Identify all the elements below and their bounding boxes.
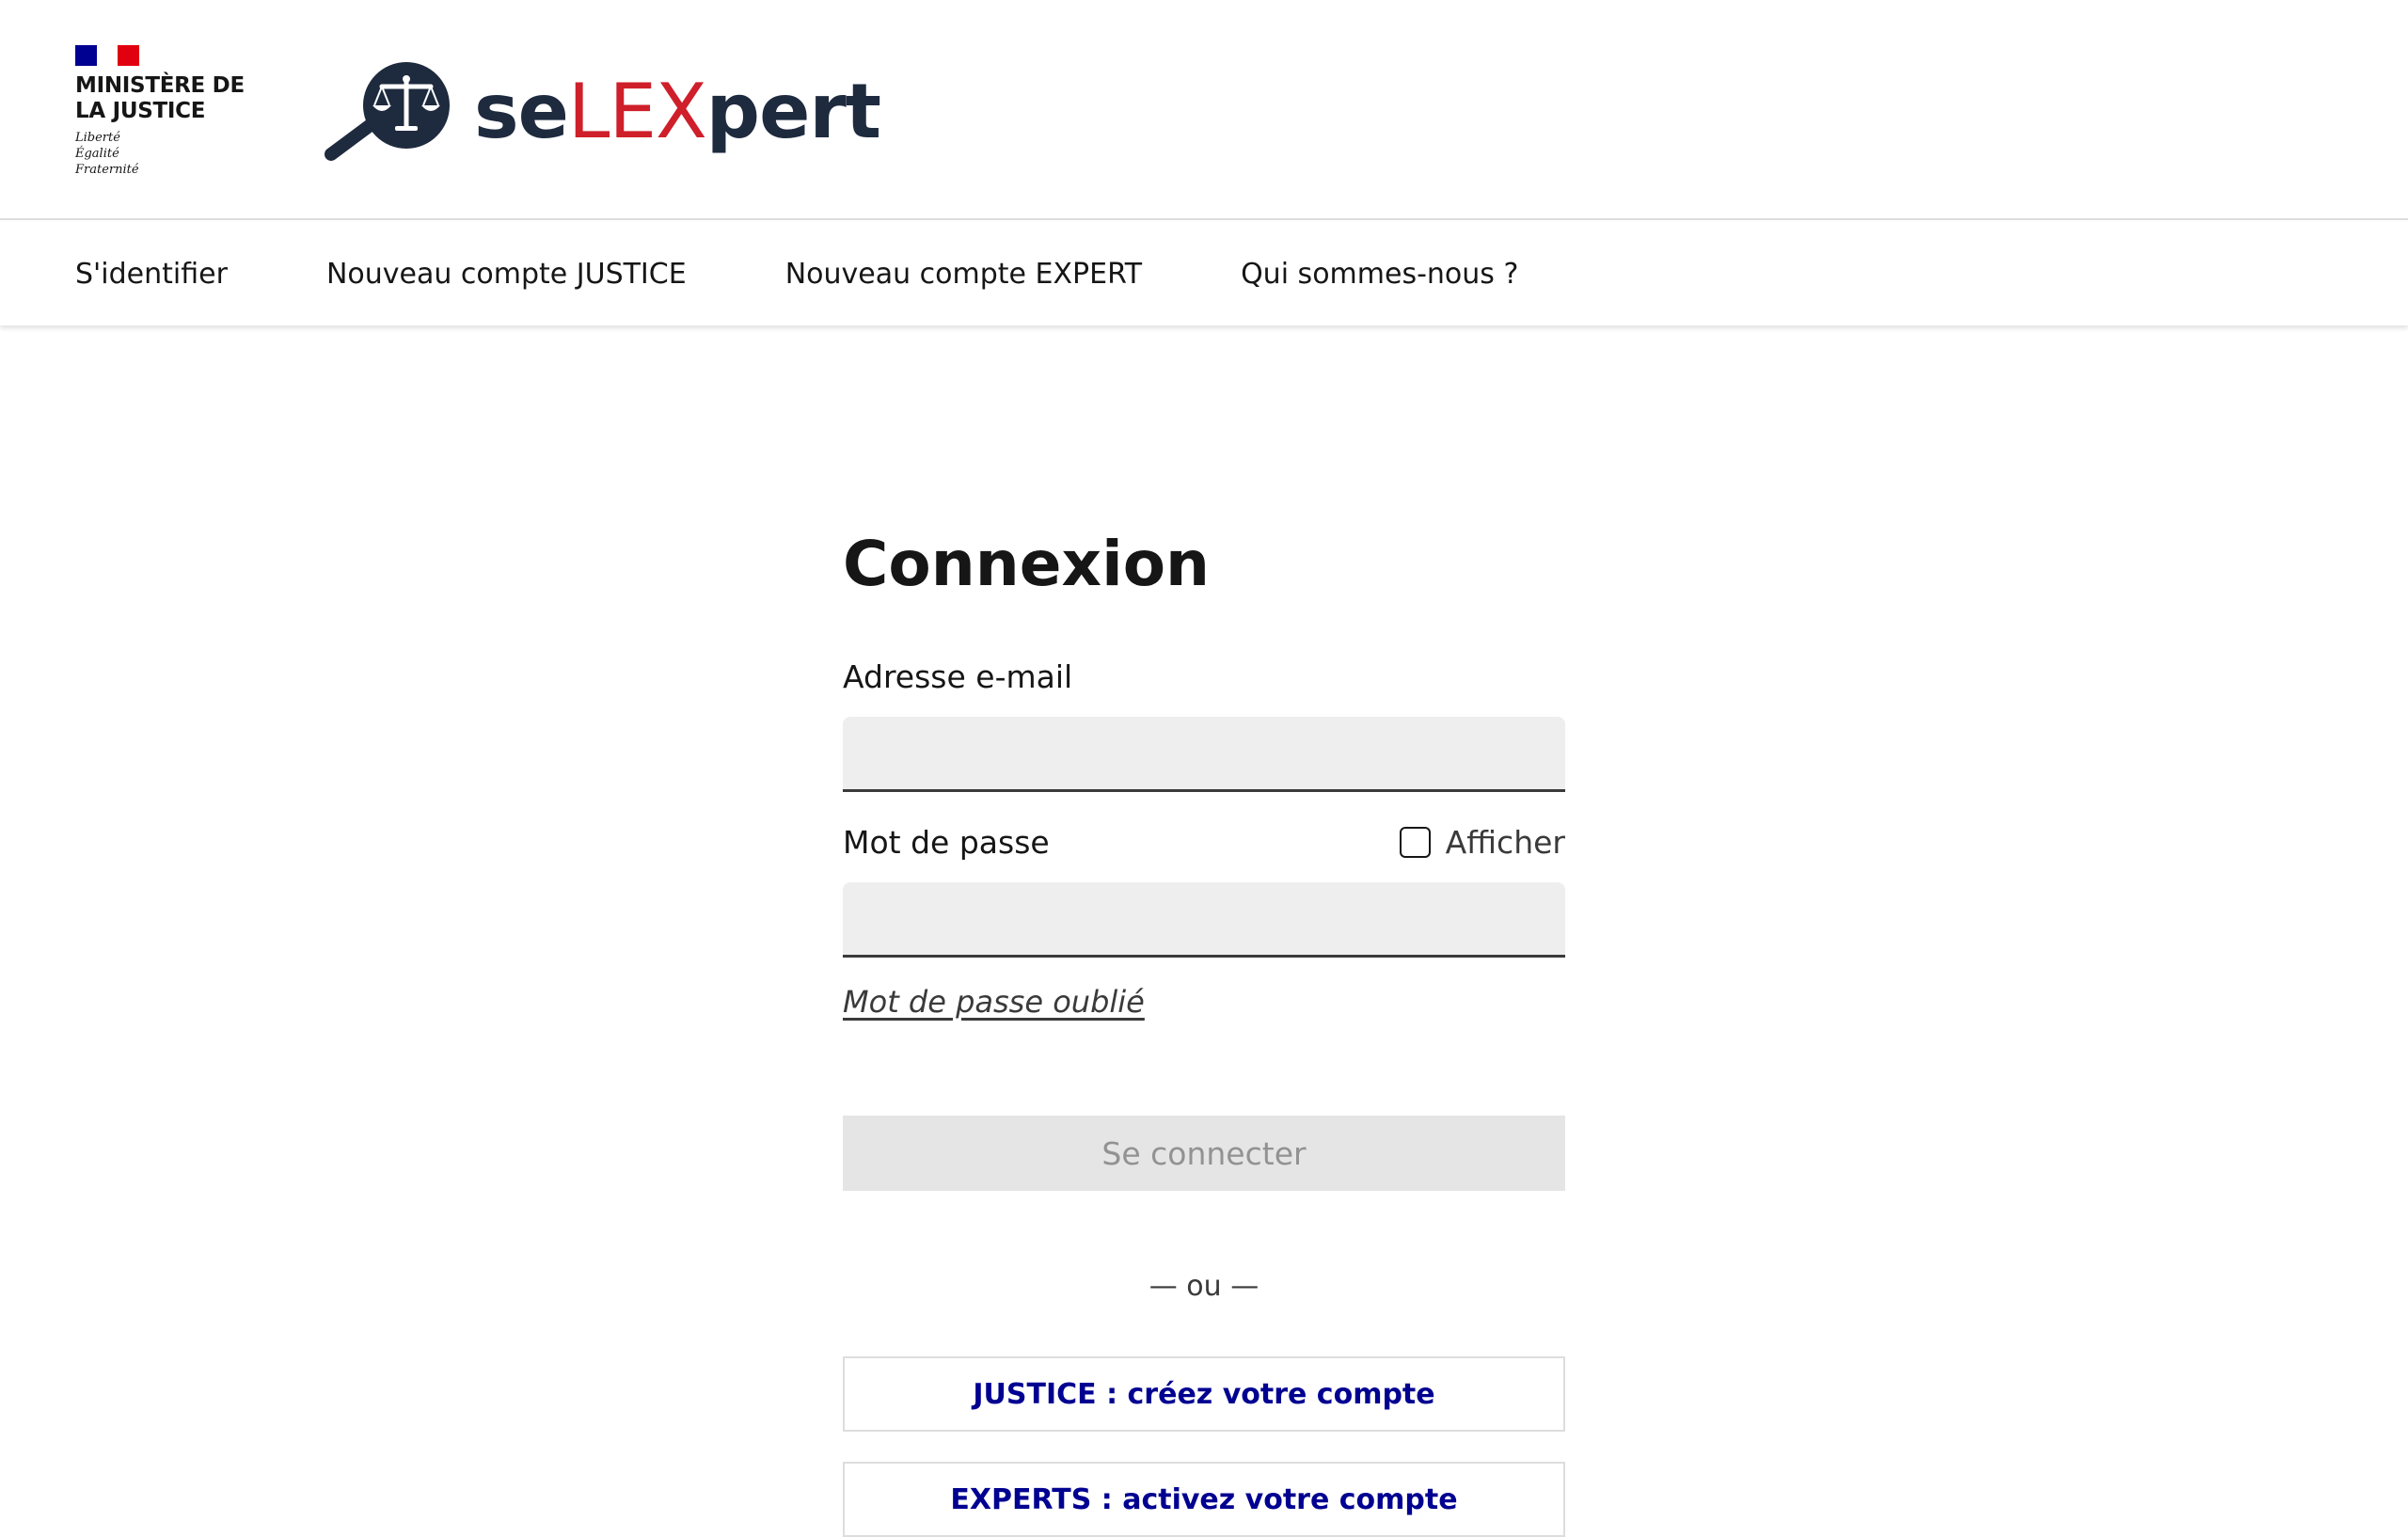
email-field[interactable] [843,717,1565,792]
site-header: MINISTÈRE DE LA JUSTICE Liberté Égalité … [0,0,2408,220]
brand-suffix: pert [705,68,881,155]
password-field[interactable] [843,882,1565,958]
nav-item-sidentifier[interactable]: S'identifier [75,258,228,291]
ministry-name-line1: MINISTÈRE DE [75,73,245,98]
or-separator: — ou — [1149,1270,1259,1303]
show-password-checkbox[interactable] [1399,827,1431,858]
show-password-label: Afficher [1445,824,1565,861]
brand-prefix: se [474,68,569,155]
nav-item-nouveau-compte-expert[interactable]: Nouveau compte EXPERT [785,258,1142,291]
login-submit-button[interactable]: Se connecter [843,1116,1565,1191]
main-navigation: S'identifier Nouveau compte JUSTICE Nouv… [0,222,2408,325]
login-form: Connexion Adresse e-mail Mot de passe Af… [843,527,1565,1537]
ministry-logo[interactable]: MINISTÈRE DE LA JUSTICE Liberté Égalité … [75,45,263,178]
selexpert-logo[interactable]: seLEXpert [320,60,881,164]
magnifier-scales-icon [325,62,450,161]
ministry-name: MINISTÈRE DE LA JUSTICE [75,73,263,124]
nav-item-nouveau-compte-justice[interactable]: Nouveau compte JUSTICE [326,258,687,291]
nav-item-qui-sommes-nous[interactable]: Qui sommes-nous ? [1241,258,1518,291]
motto-fraternite: Fraternité [75,163,139,177]
brand-lex: LEX [567,68,707,155]
email-label: Adresse e-mail [843,658,1073,695]
motto-egalite: Égalité [75,147,119,161]
password-label: Mot de passe [843,824,1050,861]
experts-activate-account-button[interactable]: EXPERTS : activez votre compte [843,1462,1565,1537]
justice-create-account-button[interactable]: JUSTICE : créez votre compte [843,1356,1565,1432]
show-password-toggle[interactable]: Afficher [1399,824,1565,861]
republic-motto: Liberté Égalité Fraternité [75,130,263,178]
french-flag-icon [75,45,140,66]
ministry-name-line2: LA JUSTICE [75,99,206,123]
page-title: Connexion [843,528,1211,600]
forgot-password-link[interactable]: Mot de passe oublié [843,984,1145,1020]
motto-liberte: Liberté [75,131,120,145]
brand-wordmark: seLEXpert [474,74,881,150]
